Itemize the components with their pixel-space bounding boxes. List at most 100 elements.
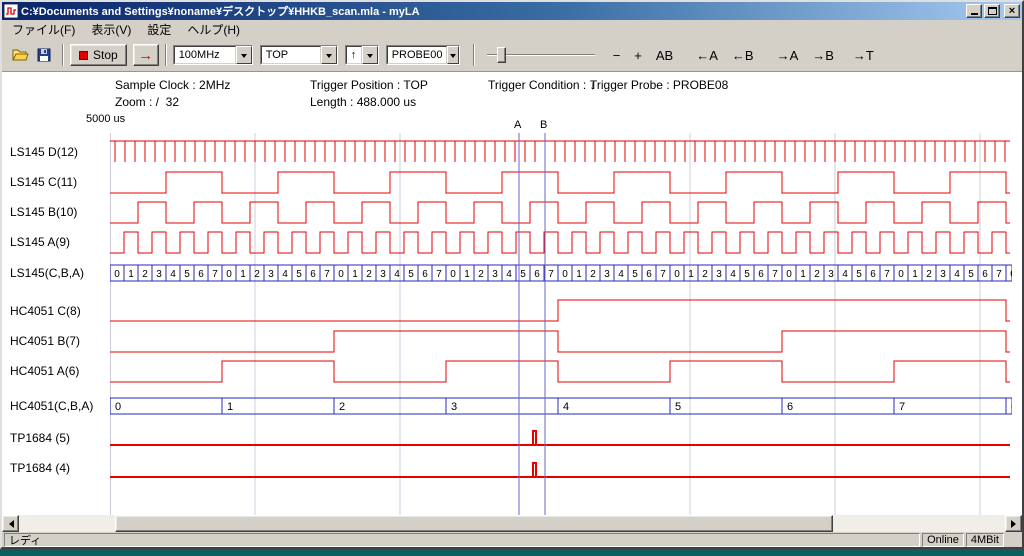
svg-text:3: 3 xyxy=(156,269,162,280)
zoom-in-button[interactable]: + xyxy=(630,46,646,65)
menu-file[interactable]: ファイル(F) xyxy=(4,20,83,39)
channel-label: HC4051 C(8) xyxy=(10,303,81,319)
svg-text:4: 4 xyxy=(730,269,736,280)
scroll-left-button[interactable] xyxy=(2,515,19,532)
svg-text:2: 2 xyxy=(254,269,260,280)
svg-text:1: 1 xyxy=(128,269,134,280)
svg-text:1: 1 xyxy=(912,269,918,280)
app-window: C:¥Documents and Settings¥noname¥デスクトップ¥… xyxy=(0,0,1024,549)
goto-cursor-a-left-button[interactable]: ←A xyxy=(692,46,722,65)
svg-text:6: 6 xyxy=(422,269,428,280)
channel-label: TP1684 (4) xyxy=(10,460,70,476)
svg-text:0: 0 xyxy=(226,269,232,280)
svg-text:0: 0 xyxy=(786,269,792,280)
svg-text:5: 5 xyxy=(968,269,974,280)
svg-text:6: 6 xyxy=(310,269,316,280)
svg-text:3: 3 xyxy=(604,269,610,280)
goto-trigger-button[interactable]: →T xyxy=(849,46,878,65)
title-bar[interactable]: C:¥Documents and Settings¥noname¥デスクトップ¥… xyxy=(2,2,1022,20)
svg-text:3: 3 xyxy=(380,269,386,280)
length-info: Length : 488.000 us xyxy=(310,95,416,109)
svg-text:4: 4 xyxy=(170,269,176,280)
menu-settings[interactable]: 設定 xyxy=(139,20,179,39)
svg-text:2: 2 xyxy=(814,269,820,280)
waveform-view: Sample Clock : 2MHz Trigger Position : T… xyxy=(2,72,1022,515)
svg-text:7: 7 xyxy=(772,269,778,280)
svg-text:7: 7 xyxy=(660,269,666,280)
scroll-right-button[interactable] xyxy=(1005,515,1022,532)
channel-label: LS145 D(12) xyxy=(10,144,78,160)
status-bar: レディ Online 4MBit xyxy=(2,532,1022,547)
goto-cursor-a-right-button[interactable]: →A xyxy=(773,46,803,65)
svg-text:0: 0 xyxy=(115,401,121,413)
goto-cursor-b-left-button[interactable]: ←B xyxy=(728,46,758,65)
close-button[interactable]: × xyxy=(1004,4,1020,18)
svg-text:3: 3 xyxy=(492,269,498,280)
channel-label: LS145 C(11) xyxy=(10,174,77,190)
cursor-a-label[interactable]: A xyxy=(514,119,521,131)
resize-grip[interactable] xyxy=(1006,533,1020,547)
svg-text:0: 0 xyxy=(338,269,344,280)
chevron-down-icon xyxy=(241,54,247,61)
trigger-probe-info: Trigger Probe : PROBE08 xyxy=(590,78,728,92)
svg-text:4: 4 xyxy=(954,269,960,280)
svg-text:5: 5 xyxy=(184,269,190,280)
svg-text:0: 0 xyxy=(1011,401,1012,413)
zoom-slider[interactable] xyxy=(487,44,595,66)
sample-clock-select[interactable]: 100MHz xyxy=(173,45,253,65)
trigger-position-select[interactable]: TOP xyxy=(260,45,338,65)
toolbar: Stop → 100MHz TOP ↑ PROBE00 − + AB ←A ←B xyxy=(2,39,1022,72)
channel-label: HC4051 B(7) xyxy=(10,333,80,349)
chevron-down-icon xyxy=(367,54,373,61)
trigger-probe-select[interactable]: PROBE00 xyxy=(386,45,460,65)
svg-text:0: 0 xyxy=(674,269,680,280)
menu-bar: ファイル(F) 表示(V) 設定 ヘルプ(H) xyxy=(2,20,1022,39)
menu-help[interactable]: ヘルプ(H) xyxy=(179,20,248,39)
scrollbar-thumb[interactable] xyxy=(115,515,833,532)
zoom-out-button[interactable]: − xyxy=(609,46,625,65)
ab-cursors-button[interactable]: AB xyxy=(652,46,677,65)
svg-text:5: 5 xyxy=(856,269,862,280)
maximize-button[interactable] xyxy=(984,4,1000,18)
app-icon xyxy=(4,4,18,18)
svg-text:5: 5 xyxy=(296,269,302,280)
minimize-icon xyxy=(971,13,978,15)
zoom-info: Zoom : / 32 xyxy=(115,95,179,109)
svg-text:3: 3 xyxy=(451,401,457,413)
channel-label: HC4051 A(6) xyxy=(10,363,79,379)
goto-cursor-b-right-button[interactable]: →B xyxy=(808,46,838,65)
waveform-plot[interactable]: 0123456701234567012345670123456701234567… xyxy=(110,133,1012,515)
sample-clock-info: Sample Clock : 2MHz xyxy=(115,78,230,92)
svg-text:7: 7 xyxy=(436,269,442,280)
status-message: レディ xyxy=(4,533,920,547)
svg-text:2: 2 xyxy=(339,401,345,413)
svg-text:2: 2 xyxy=(590,269,596,280)
svg-text:7: 7 xyxy=(548,269,554,280)
minimize-button[interactable] xyxy=(966,4,982,18)
open-file-button[interactable] xyxy=(8,44,32,66)
run-button[interactable]: → xyxy=(133,44,159,66)
horizontal-scrollbar[interactable] xyxy=(2,515,1022,532)
svg-text:7: 7 xyxy=(996,269,1002,280)
svg-text:6: 6 xyxy=(534,269,540,280)
zoom-slider-thumb[interactable] xyxy=(497,47,506,63)
save-button[interactable] xyxy=(32,44,56,66)
svg-text:1: 1 xyxy=(576,269,582,280)
svg-text:6: 6 xyxy=(758,269,764,280)
svg-text:4: 4 xyxy=(618,269,624,280)
time-per-div-label: 5000 us xyxy=(86,113,125,125)
svg-text:0: 0 xyxy=(562,269,568,280)
svg-text:7: 7 xyxy=(324,269,330,280)
svg-text:0: 0 xyxy=(114,269,120,280)
channel-label: LS145(C,B,A) xyxy=(10,265,84,281)
svg-text:5: 5 xyxy=(632,269,638,280)
svg-text:1: 1 xyxy=(352,269,358,280)
svg-text:7: 7 xyxy=(212,269,218,280)
floppy-disk-icon xyxy=(37,48,51,62)
svg-text:5: 5 xyxy=(675,401,681,413)
cursor-b-label[interactable]: B xyxy=(540,119,547,131)
svg-text:0: 0 xyxy=(1010,269,1012,280)
stop-button[interactable]: Stop xyxy=(70,44,127,66)
menu-view[interactable]: 表示(V) xyxy=(83,20,139,39)
trigger-edge-select[interactable]: ↑ xyxy=(345,45,379,65)
